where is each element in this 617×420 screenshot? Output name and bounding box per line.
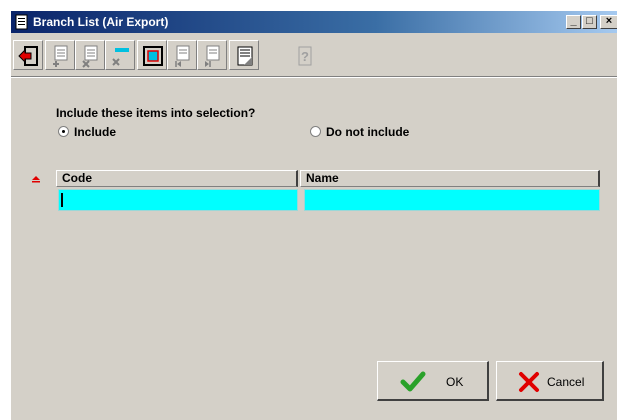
x-mark-icon xyxy=(519,372,539,392)
checkmark-icon xyxy=(400,371,426,392)
column-header-name-label: Name xyxy=(306,171,339,185)
do-not-include-radio[interactable]: Do not include xyxy=(310,125,409,139)
include-radio-label: Include xyxy=(74,125,117,139)
minimize-button[interactable]: _ xyxy=(566,15,581,29)
selection-prompt: Include these items into selection? xyxy=(56,106,256,120)
help-button[interactable]: ? xyxy=(289,40,319,70)
sort-ascending-icon xyxy=(32,176,40,183)
close-icon: × xyxy=(605,15,613,27)
cancel-button[interactable]: Cancel xyxy=(496,361,604,401)
page-button[interactable] xyxy=(229,40,259,70)
title-bar[interactable]: Branch List (Air Export) _ □ × xyxy=(11,11,617,33)
first-record-button[interactable] xyxy=(167,40,197,70)
branch-list-window: Branch List (Air Export) _ □ × ? Include… xyxy=(10,10,617,420)
column-header-code-label: Code xyxy=(62,171,92,185)
document-first-icon xyxy=(175,45,190,67)
close-button[interactable]: × xyxy=(600,15,617,29)
delete-record-button[interactable] xyxy=(75,40,105,70)
code-cell-input[interactable] xyxy=(58,189,298,211)
ok-button-label: OK xyxy=(446,375,464,389)
column-header-name[interactable]: Name xyxy=(300,170,600,187)
cancel-button-label: Cancel xyxy=(547,375,585,389)
document-x-icon xyxy=(82,45,98,68)
add-record-button[interactable] xyxy=(45,40,75,70)
exit-button[interactable] xyxy=(13,40,43,70)
toolbar: ? xyxy=(11,34,617,77)
document-icon xyxy=(15,14,28,30)
line-x-icon xyxy=(112,48,129,66)
restore-button[interactable]: □ xyxy=(582,15,597,29)
minimize-icon: _ xyxy=(570,15,577,27)
clear-field-button[interactable] xyxy=(105,40,135,70)
last-record-button[interactable] xyxy=(197,40,227,70)
document-plus-icon xyxy=(53,45,68,67)
do-not-include-radio-label: Do not include xyxy=(326,125,410,139)
page-curl-icon xyxy=(237,46,253,66)
frame-select-icon xyxy=(143,46,163,66)
exit-door-icon xyxy=(18,46,38,66)
restore-icon: □ xyxy=(586,15,593,27)
select-button[interactable] xyxy=(137,40,167,70)
radio-unchecked-icon xyxy=(310,126,321,137)
column-header-code[interactable]: Code xyxy=(56,170,298,187)
document-last-icon xyxy=(205,45,220,67)
radio-checked-icon xyxy=(58,126,69,137)
question-page-icon: ? xyxy=(298,46,312,66)
include-radio[interactable]: Include xyxy=(58,125,116,139)
window-title: Branch List (Air Export) xyxy=(33,15,169,29)
ok-button[interactable]: OK xyxy=(377,361,489,401)
name-cell-input[interactable] xyxy=(304,189,600,211)
svg-text:?: ? xyxy=(301,49,309,64)
text-caret xyxy=(61,193,63,207)
